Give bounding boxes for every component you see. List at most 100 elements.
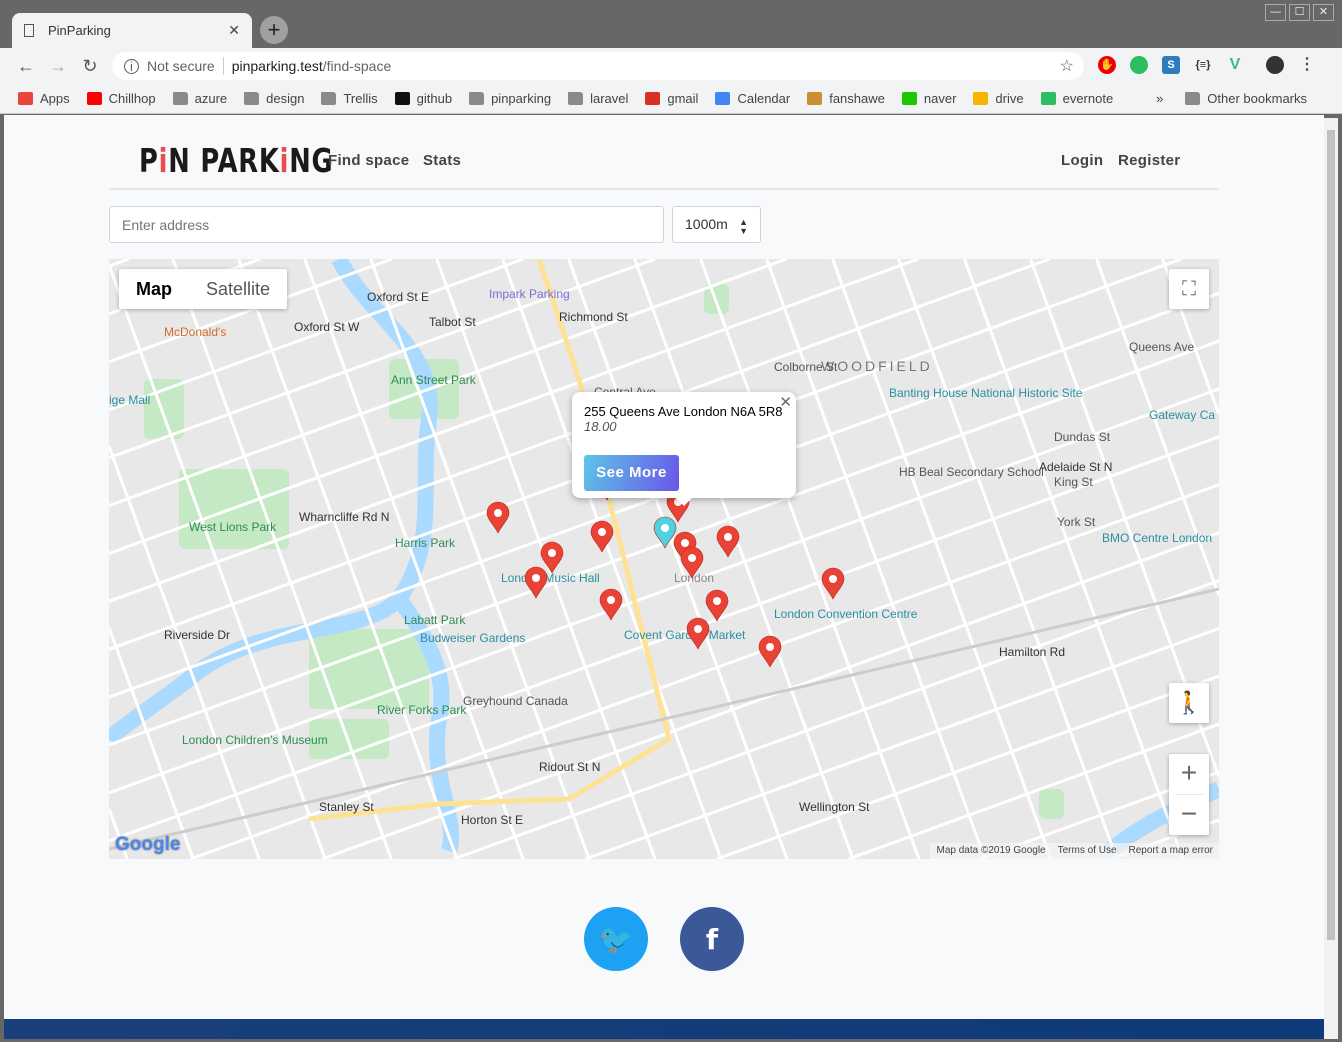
bookmark-calendar[interactable]: Calendar xyxy=(715,91,790,106)
street xyxy=(109,259,130,268)
browser-tab[interactable]: PinParking ✕ xyxy=(12,13,252,48)
bookmark-gmail[interactable]: gmail xyxy=(645,91,698,106)
s-extension-icon[interactable]: S xyxy=(1162,56,1180,74)
menu-icon[interactable]: ⋮ xyxy=(1298,56,1316,74)
radius-select[interactable]: 1000m ▲ ▼ xyxy=(672,206,761,243)
back-button[interactable]: ← xyxy=(10,56,42,77)
forward-button[interactable]: → xyxy=(42,56,74,77)
map-type-map[interactable]: Map xyxy=(119,269,189,309)
vue-devtools-icon[interactable]: V xyxy=(1226,56,1244,74)
marker-dot xyxy=(829,575,837,583)
marker-dot xyxy=(548,549,556,557)
radius-value: 1000m xyxy=(685,216,728,232)
security-status: Not secure xyxy=(147,58,215,74)
bookmark-github[interactable]: github xyxy=(394,91,452,106)
bookmark-naver[interactable]: naver xyxy=(901,91,956,106)
address-input[interactable] xyxy=(109,206,664,243)
terms-link[interactable]: Terms of Use xyxy=(1058,845,1117,857)
bookmark-star-icon[interactable]: ☆ xyxy=(1060,56,1074,76)
evernote-extension-icon[interactable] xyxy=(1130,56,1148,74)
bookmark-design[interactable]: design xyxy=(244,91,304,106)
maximize-button[interactable]: ☐ xyxy=(1289,4,1310,21)
other-bookmarks[interactable]: Other bookmarks xyxy=(1185,91,1307,106)
twitter-button[interactable]: 🐦 xyxy=(584,907,648,971)
map-label: Dundas St xyxy=(1054,430,1111,444)
map-label: Labatt Park xyxy=(404,613,466,627)
map-label: Stanley St xyxy=(319,800,374,814)
bookmark-pinparking[interactable]: pinparking xyxy=(469,91,551,106)
parking-marker xyxy=(599,588,623,621)
facebook-icon: f xyxy=(705,922,719,956)
map-label: Banting House National Historic Site xyxy=(889,386,1083,400)
street xyxy=(109,264,327,859)
profile-avatar[interactable] xyxy=(1266,56,1284,74)
marker-dot xyxy=(494,509,502,517)
bookmark-drive[interactable]: drive xyxy=(973,91,1024,106)
map-label: Talbot St xyxy=(429,315,476,329)
map-label: West Lions Park xyxy=(189,520,277,534)
scrollbar[interactable] xyxy=(1324,118,1338,1039)
bookmark-evernote[interactable]: evernote xyxy=(1040,91,1113,106)
report-error-link[interactable]: Report a map error xyxy=(1129,845,1213,857)
browser-titlebar: PinParking ✕ + — ☐ ✕ xyxy=(0,0,1342,48)
minimize-button[interactable]: — xyxy=(1265,4,1286,21)
footer xyxy=(4,1019,1324,1039)
popup-address: 255 Queens Ave London N6A 5R8 xyxy=(584,404,783,419)
new-tab-button[interactable]: + xyxy=(260,16,288,44)
map-label: London Convention Centre xyxy=(774,607,918,621)
bookmark-fanshawe[interactable]: fanshawe xyxy=(807,91,885,106)
bookmark-chillhop[interactable]: Chillhop xyxy=(86,91,156,106)
close-window-button[interactable]: ✕ xyxy=(1313,4,1334,21)
map-canvas[interactable]: Impark Parking McDonald's Ann Street Park W… xyxy=(109,259,1219,859)
more-bookmarks-button[interactable]: » xyxy=(1156,91,1163,106)
google-logo[interactable]: Google xyxy=(115,834,180,856)
close-tab-icon[interactable]: ✕ xyxy=(228,22,240,39)
map-label: Budweiser Gardens xyxy=(420,631,525,645)
bookmarks-bar: Apps Chillhop azure design Trellis github pinp… xyxy=(0,84,1342,114)
parking-marker xyxy=(486,501,510,534)
marker-dot xyxy=(607,596,615,604)
bookmark-azure[interactable]: azure xyxy=(172,91,227,106)
logo[interactable]: PiN PARKiNG xyxy=(139,141,333,180)
info-icon[interactable]: i xyxy=(124,58,139,74)
map-label: Covent Garden Market xyxy=(624,628,746,642)
nav-login[interactable]: Login xyxy=(1061,152,1103,169)
reload-button[interactable]: ↻ xyxy=(74,56,106,77)
adblock-extension-icon[interactable]: ✋ xyxy=(1098,56,1116,74)
bookmark-apps[interactable]: Apps xyxy=(18,91,70,106)
folder-icon xyxy=(172,92,188,105)
bookmark-trellis[interactable]: Trellis xyxy=(321,91,378,106)
map-label: Colborne St xyxy=(774,360,838,374)
zoom-in-button[interactable]: + xyxy=(1169,754,1209,794)
fullscreen-button[interactable]: ⛶ xyxy=(1169,269,1209,309)
street xyxy=(897,259,1119,859)
youtube-icon xyxy=(86,92,102,105)
map-label: Wharncliffe Rd N xyxy=(299,510,389,524)
bookmark-laravel[interactable]: laravel xyxy=(568,91,628,106)
nav-find-space[interactable]: Find space xyxy=(328,152,409,169)
marker-dot xyxy=(681,539,689,547)
close-popup-icon[interactable]: ✕ xyxy=(779,393,792,411)
map-label: Horton St E xyxy=(461,813,523,827)
parking-marker xyxy=(540,541,564,574)
nav-stats[interactable]: Stats xyxy=(423,152,461,169)
map-type-satellite[interactable]: Satellite xyxy=(189,269,287,309)
map-label: Ann Street Park xyxy=(391,373,477,387)
nav-register[interactable]: Register xyxy=(1118,152,1180,169)
map[interactable]: Impark Parking McDonald's Ann Street Park W… xyxy=(109,259,1219,859)
browser-toolbar: ← → ↻ i Not secure pinparking.test /find… xyxy=(0,48,1342,84)
zoom-out-button[interactable]: − xyxy=(1169,795,1209,835)
parking-marker xyxy=(758,635,782,668)
address-bar[interactable]: i Not secure pinparking.test /find-space… xyxy=(112,52,1084,80)
info-window: 255 Queens Ave London N6A 5R8 18.00 See … xyxy=(572,392,796,506)
json-extension-icon[interactable]: {≡} xyxy=(1194,56,1212,74)
marker-dot xyxy=(713,597,721,605)
facebook-button[interactable]: f xyxy=(680,907,744,971)
naver-icon xyxy=(901,92,917,105)
see-more-button[interactable]: See More xyxy=(584,455,679,491)
map-attribution: Map data ©2019 Google Terms of Use Repor… xyxy=(930,843,1219,859)
street xyxy=(765,259,987,859)
folder-icon xyxy=(244,92,260,105)
street-view-pegman-icon[interactable]: 🚶 xyxy=(1169,683,1209,723)
marker-dot xyxy=(661,524,669,532)
